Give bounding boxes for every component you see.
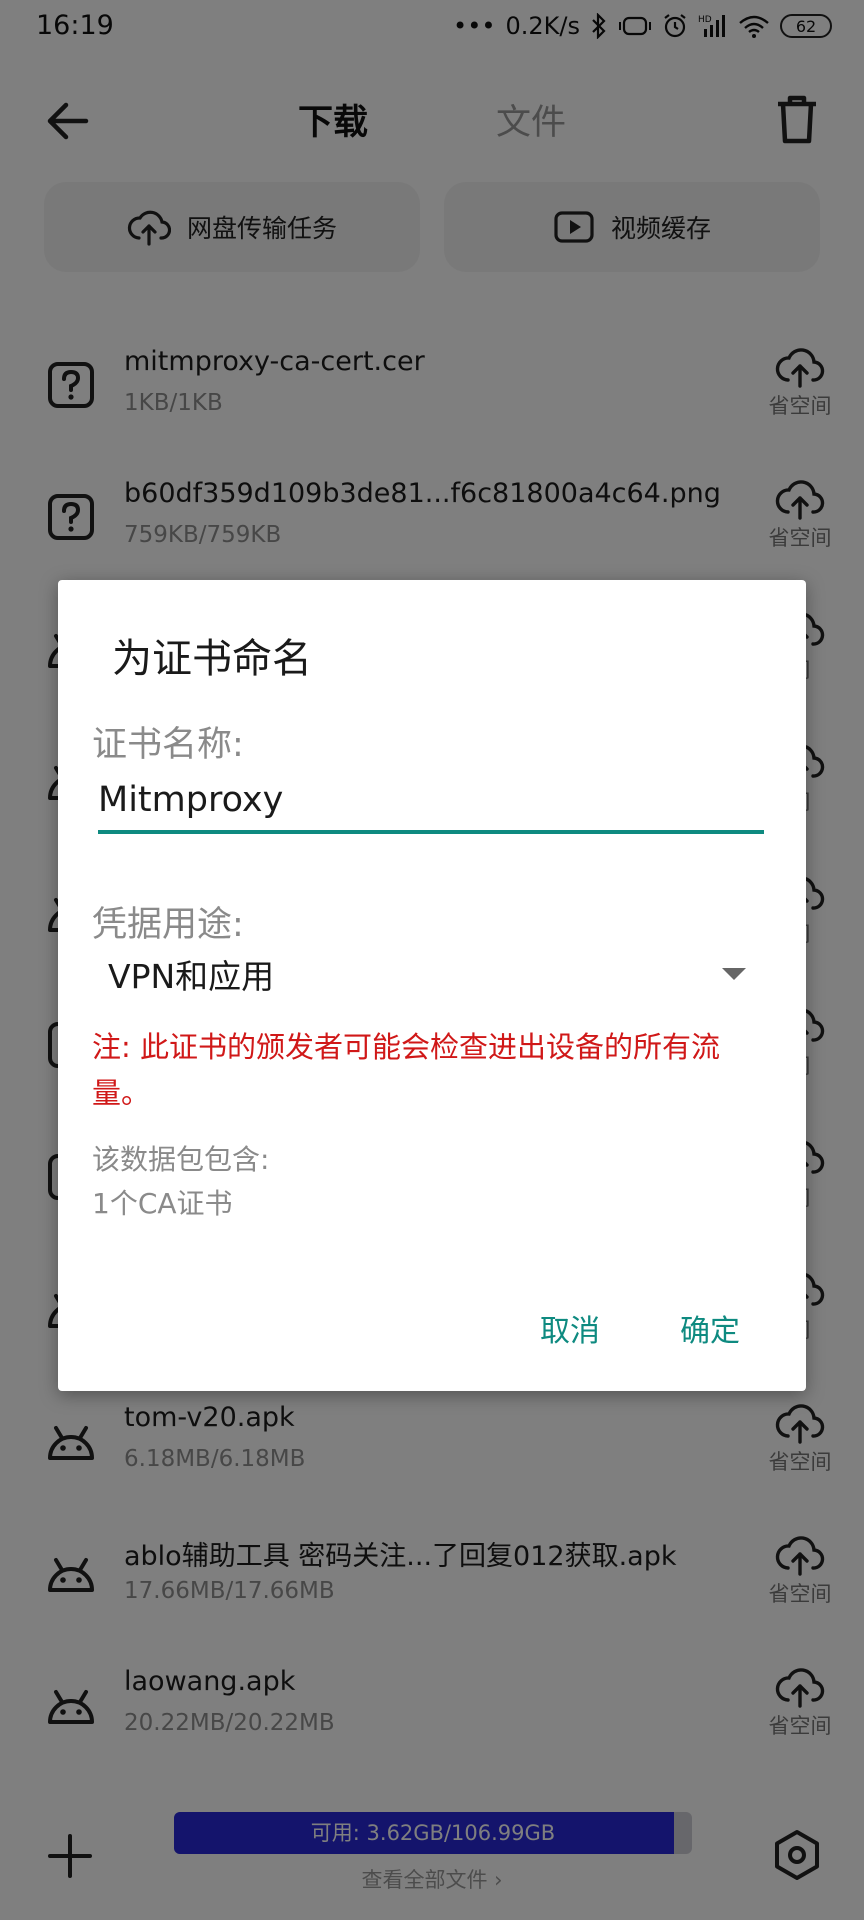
- cancel-button[interactable]: 取消: [532, 1302, 608, 1354]
- credential-usage-value: VPN和应用: [108, 957, 275, 996]
- credential-usage-select[interactable]: VPN和应用: [108, 950, 768, 1000]
- download-manager-screen: 16:19 ••• 0.2K/s HD 62: [0, 0, 864, 1920]
- credential-usage-label: 凭据用途:: [92, 905, 244, 945]
- certificate-name-label: 证书名称:: [92, 725, 244, 765]
- certificate-name-input[interactable]: Mitmproxy: [98, 780, 764, 834]
- name-certificate-dialog: 为证书命名 证书名称: Mitmproxy 凭据用途: VPN和应用 注: 此证…: [58, 580, 806, 1391]
- dropdown-arrow-icon: [722, 968, 746, 980]
- package-contains-value: 1个CA证书: [92, 1187, 233, 1220]
- dialog-title: 为证书命名: [112, 636, 312, 682]
- package-contains-label: 该数据包包含:: [92, 1143, 270, 1176]
- warning-text: 注: 此证书的颁发者可能会检查进出设备的所有流量。: [92, 1030, 720, 1110]
- ok-button[interactable]: 确定: [672, 1302, 748, 1354]
